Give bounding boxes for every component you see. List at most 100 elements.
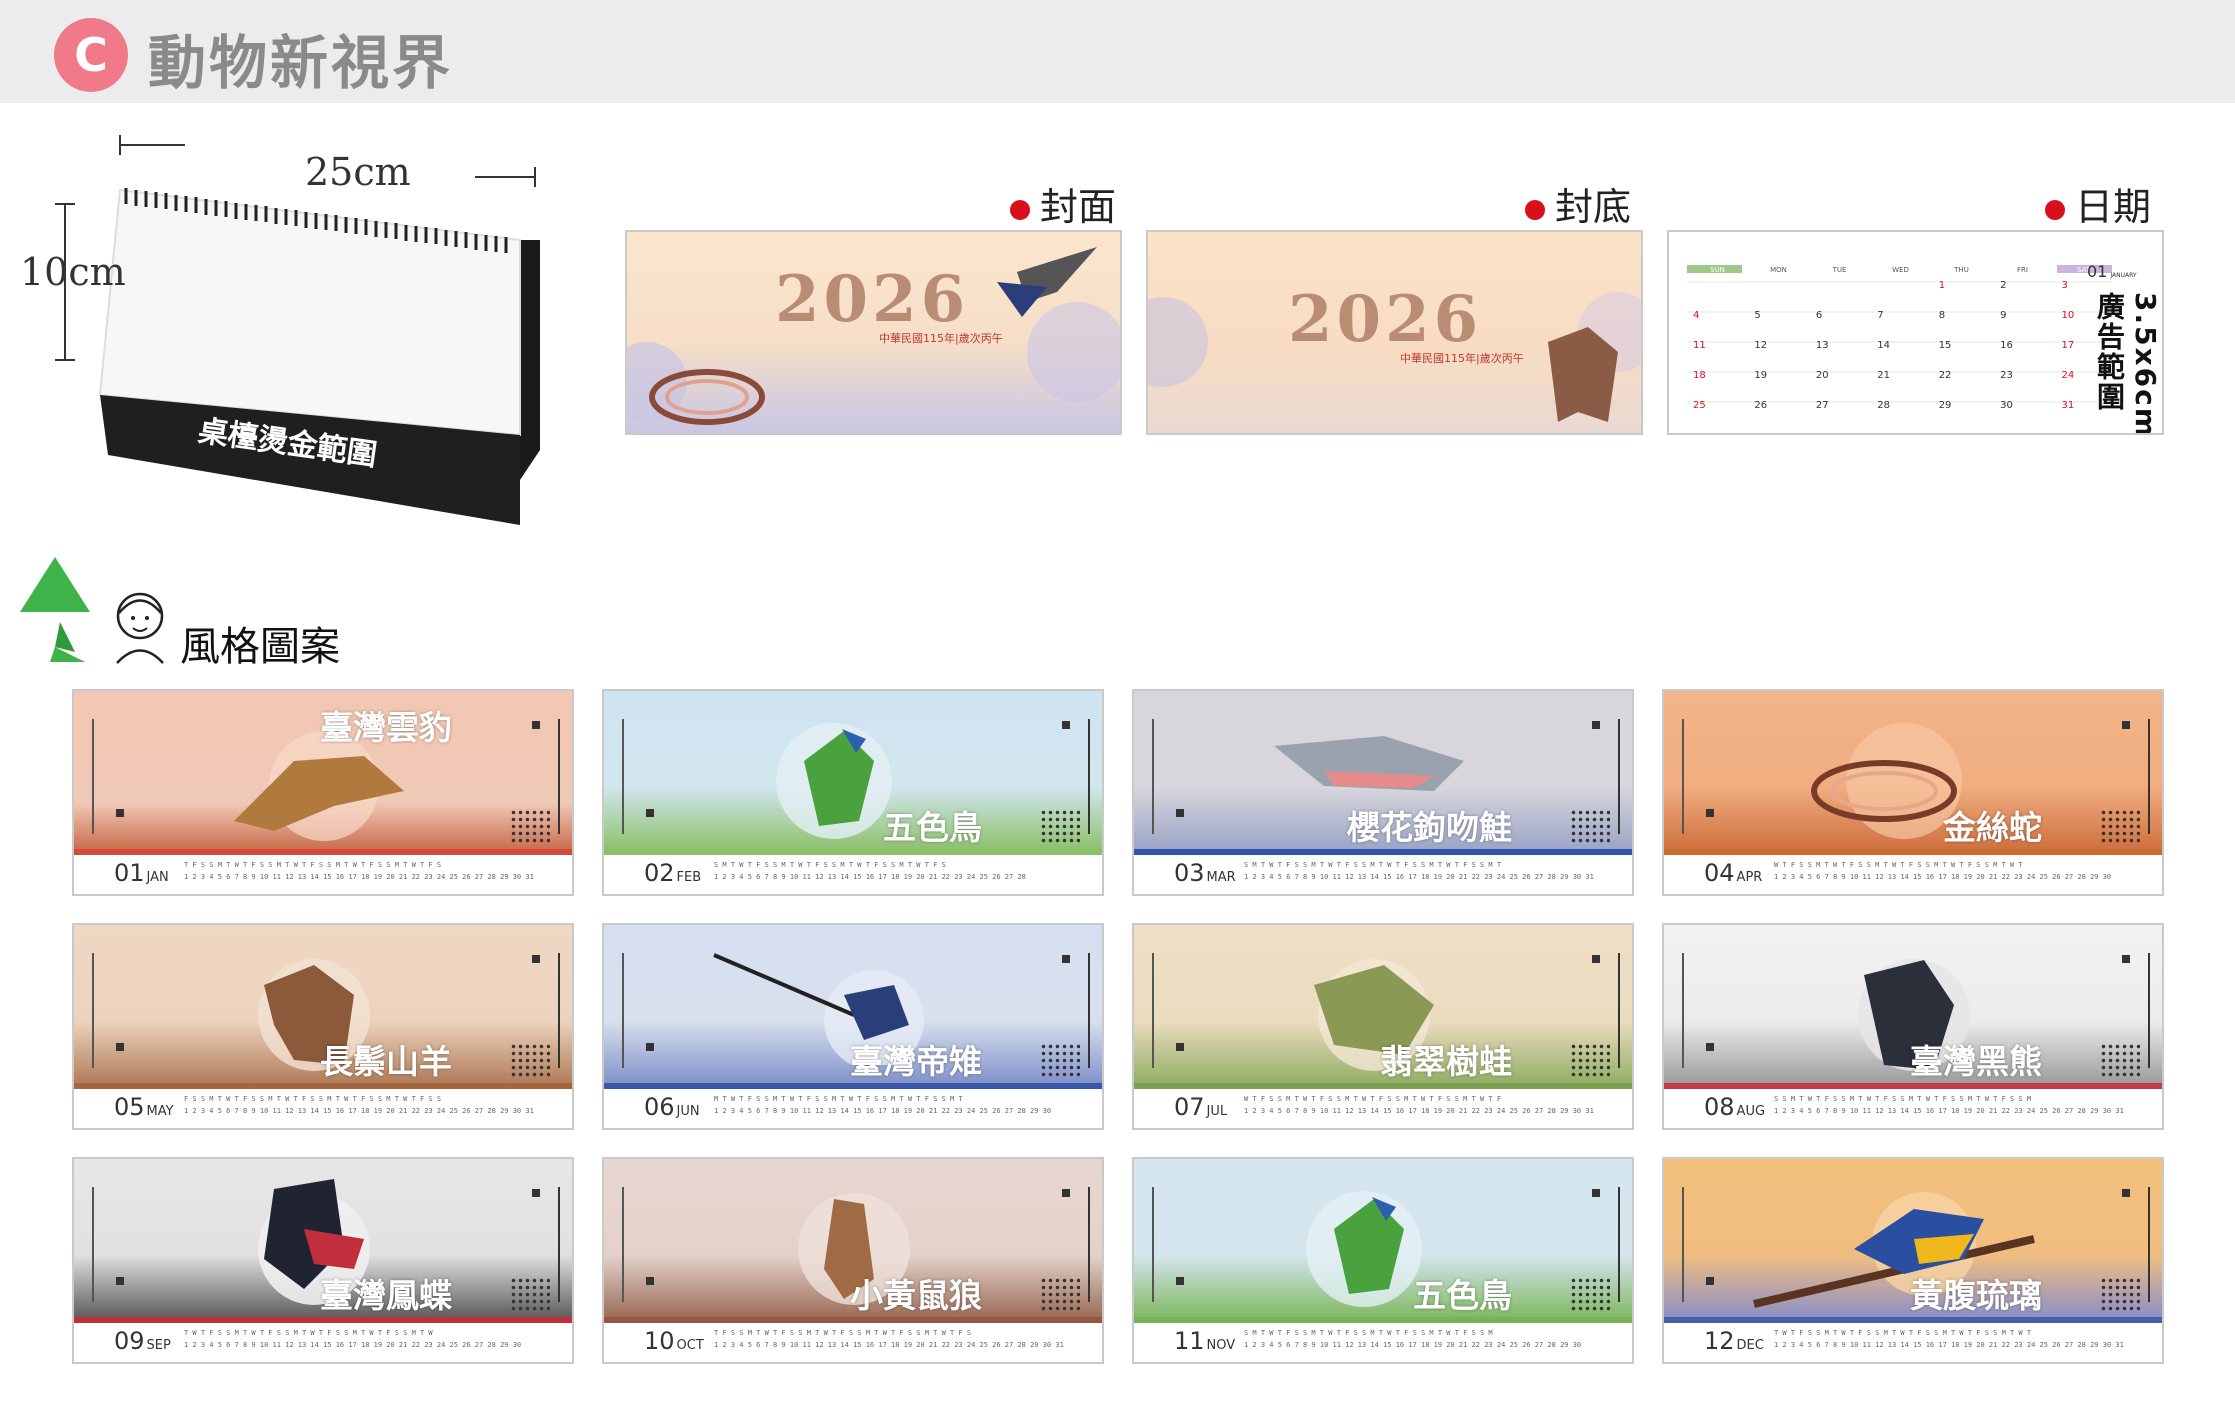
- card-left-line: [622, 953, 624, 1068]
- card-month-number: 08 AUG: [1704, 1093, 1766, 1121]
- card-title: 小黃鼠狼: [850, 1276, 982, 1315]
- date-label: 日期: [2045, 176, 2151, 231]
- card-marker: [2122, 721, 2130, 729]
- month-card-jan: 臺灣雲豹 01 JAN T F S S M T W T F S S M T W T…: [72, 689, 574, 896]
- card-dot-pattern: [510, 809, 550, 845]
- card-stripe: [74, 849, 572, 855]
- desk-calendar-drawing: [55, 135, 540, 525]
- month-card-apr: 金絲蛇 04 APR W T F S S M T W T F S S M T W …: [1662, 689, 2164, 896]
- red-dot-icon: [2045, 199, 2065, 220]
- card-stripe: [1134, 1317, 1632, 1323]
- card-stripe: [74, 1317, 572, 1323]
- card-dot-pattern: [2100, 1043, 2140, 1079]
- card-marker: [532, 955, 540, 963]
- card-stripe: [1134, 849, 1632, 855]
- card-title: 臺灣帝雉: [850, 1042, 982, 1081]
- card-dot-pattern: [2100, 809, 2140, 845]
- card-stripe: [1134, 1083, 1632, 1089]
- card-marker: [532, 1189, 540, 1197]
- card-month-number: 05 MAY: [114, 1093, 174, 1121]
- month-card-feb: 五色鳥 02 FEB S M T W T F S S M T W T F S S …: [602, 689, 1104, 896]
- card-right-line: [1088, 953, 1090, 1068]
- card-dot-pattern: [1570, 1043, 1610, 1079]
- card-title: 五色鳥: [1413, 1276, 1512, 1315]
- card-day-row: S S M T W T F S S M T W T F S S M T W T …: [1774, 1095, 2124, 1115]
- card-marker: [1062, 721, 1070, 729]
- card-left-line: [622, 1187, 624, 1302]
- card-marker: [1592, 1189, 1600, 1197]
- card-title: 長鬃山羊: [320, 1042, 452, 1081]
- width-dimension-label: 25cm: [305, 150, 411, 194]
- back-label: 封底: [1525, 176, 1631, 231]
- date-panel: SUN MON TUE WED THU FRI SAT 123 4 5 6 7 8 9 10…: [1667, 230, 2164, 435]
- card-stripe: [604, 1317, 1102, 1323]
- card-marker: [646, 809, 654, 817]
- date-panel-month: 01 JANUARY: [2087, 262, 2137, 281]
- card-stripe: [604, 849, 1102, 855]
- card-right-line: [558, 719, 560, 834]
- month-card-mar: 櫻花鉤吻鮭 03 MAR S M T W T F S S M T W T F S …: [1132, 689, 1634, 896]
- card-title: 金絲蛇: [1943, 808, 2042, 847]
- month-card-oct: 小黃鼠狼 10 OCT T F S S M T W T F S S M T W T…: [602, 1157, 1104, 1364]
- card-day-row: S M T W T F S S M T W T F S S M T W T F …: [714, 861, 1026, 881]
- back-art: [1148, 292, 1641, 422]
- card-left-line: [92, 719, 94, 834]
- card-day-row: T F S S M T W T F S S M T W T F S S M T …: [714, 1329, 1064, 1349]
- month-card-aug: 臺灣黑熊 08 AUG S S M T W T F S S M T W T F S…: [1662, 923, 2164, 1130]
- card-marker: [646, 1277, 654, 1285]
- card-day-row: T W T F S S M T W T F S S M T W T F S S …: [1774, 1329, 2124, 1349]
- card-day-row: W T F S S M T W T F S S M T W T F S S M …: [1244, 1095, 1594, 1115]
- card-marker: [2122, 955, 2130, 963]
- card-month-number: 09 SEP: [114, 1327, 171, 1355]
- card-right-line: [2148, 1187, 2150, 1302]
- card-marker: [1176, 809, 1184, 817]
- card-dot-pattern: [1040, 809, 1080, 845]
- cover-label: 封面: [1010, 176, 1116, 231]
- card-marker: [1062, 955, 1070, 963]
- card-right-line: [2148, 719, 2150, 834]
- month-card-jun: 臺灣帝雉 06 JUN M T W T F S S M T W T F S S M…: [602, 923, 1104, 1130]
- girl-doodle-icon: [116, 592, 164, 664]
- card-left-line: [1152, 953, 1154, 1068]
- month-card-jul: 翡翠樹蛙 07 JUL W T F S S M T W T F S S M T W…: [1132, 923, 1634, 1130]
- card-dot-pattern: [510, 1277, 550, 1313]
- card-title: 臺灣黑熊: [1910, 1042, 2042, 1081]
- card-right-line: [558, 953, 560, 1068]
- date-weeks: 123 4 5 6 7 8 9 10 11 12 13 14 15 16 17 18 19 20 21 22 23…: [1693, 280, 2075, 411]
- card-stripe: [1664, 849, 2162, 855]
- card-right-line: [558, 1187, 560, 1302]
- card-title: 臺灣雲豹: [320, 708, 452, 747]
- desk-calendar-illustration: 25cm 10cm 桌檯燙金範圍: [0, 130, 570, 530]
- card-marker: [1706, 809, 1714, 817]
- card-title: 五色鳥: [883, 808, 982, 847]
- card-marker: [1592, 721, 1600, 729]
- card-title: 櫻花鉤吻鮭: [1347, 808, 1512, 847]
- card-marker: [2122, 1189, 2130, 1197]
- card-left-line: [1682, 953, 1684, 1068]
- cover-art: [627, 247, 1120, 425]
- card-dot-pattern: [1570, 809, 1610, 845]
- card-day-row: W T F S S M T W T F S S M T W T F S S M …: [1774, 861, 2112, 881]
- card-right-line: [1088, 1187, 1090, 1302]
- card-marker: [1062, 1189, 1070, 1197]
- height-dimension-label: 10cm: [20, 250, 126, 294]
- card-right-line: [1618, 1187, 1620, 1302]
- card-stripe: [1664, 1083, 2162, 1089]
- month-card-sep: 臺灣鳳蝶 09 SEP T W T F S S M T W T F S S M T…: [72, 1157, 574, 1364]
- card-month-number: 10 OCT: [644, 1327, 704, 1355]
- cover-panel: 2026 中華民國115年|歲次丙午: [625, 230, 1122, 435]
- card-month-number: 12 DEC: [1704, 1327, 1764, 1355]
- card-right-line: [1088, 719, 1090, 834]
- card-left-line: [1152, 719, 1154, 834]
- card-dot-pattern: [510, 1043, 550, 1079]
- card-left-line: [1152, 1187, 1154, 1302]
- card-dot-pattern: [1570, 1277, 1610, 1313]
- card-right-line: [1618, 953, 1620, 1068]
- red-dot-icon: [1525, 199, 1545, 220]
- card-dot-pattern: [1040, 1277, 1080, 1313]
- card-day-row: M T W T F S S M T W T F S S M T W T F S …: [714, 1095, 1052, 1115]
- card-marker: [116, 1043, 124, 1051]
- card-marker: [646, 1043, 654, 1051]
- card-dot-pattern: [2100, 1277, 2140, 1313]
- card-marker: [1706, 1043, 1714, 1051]
